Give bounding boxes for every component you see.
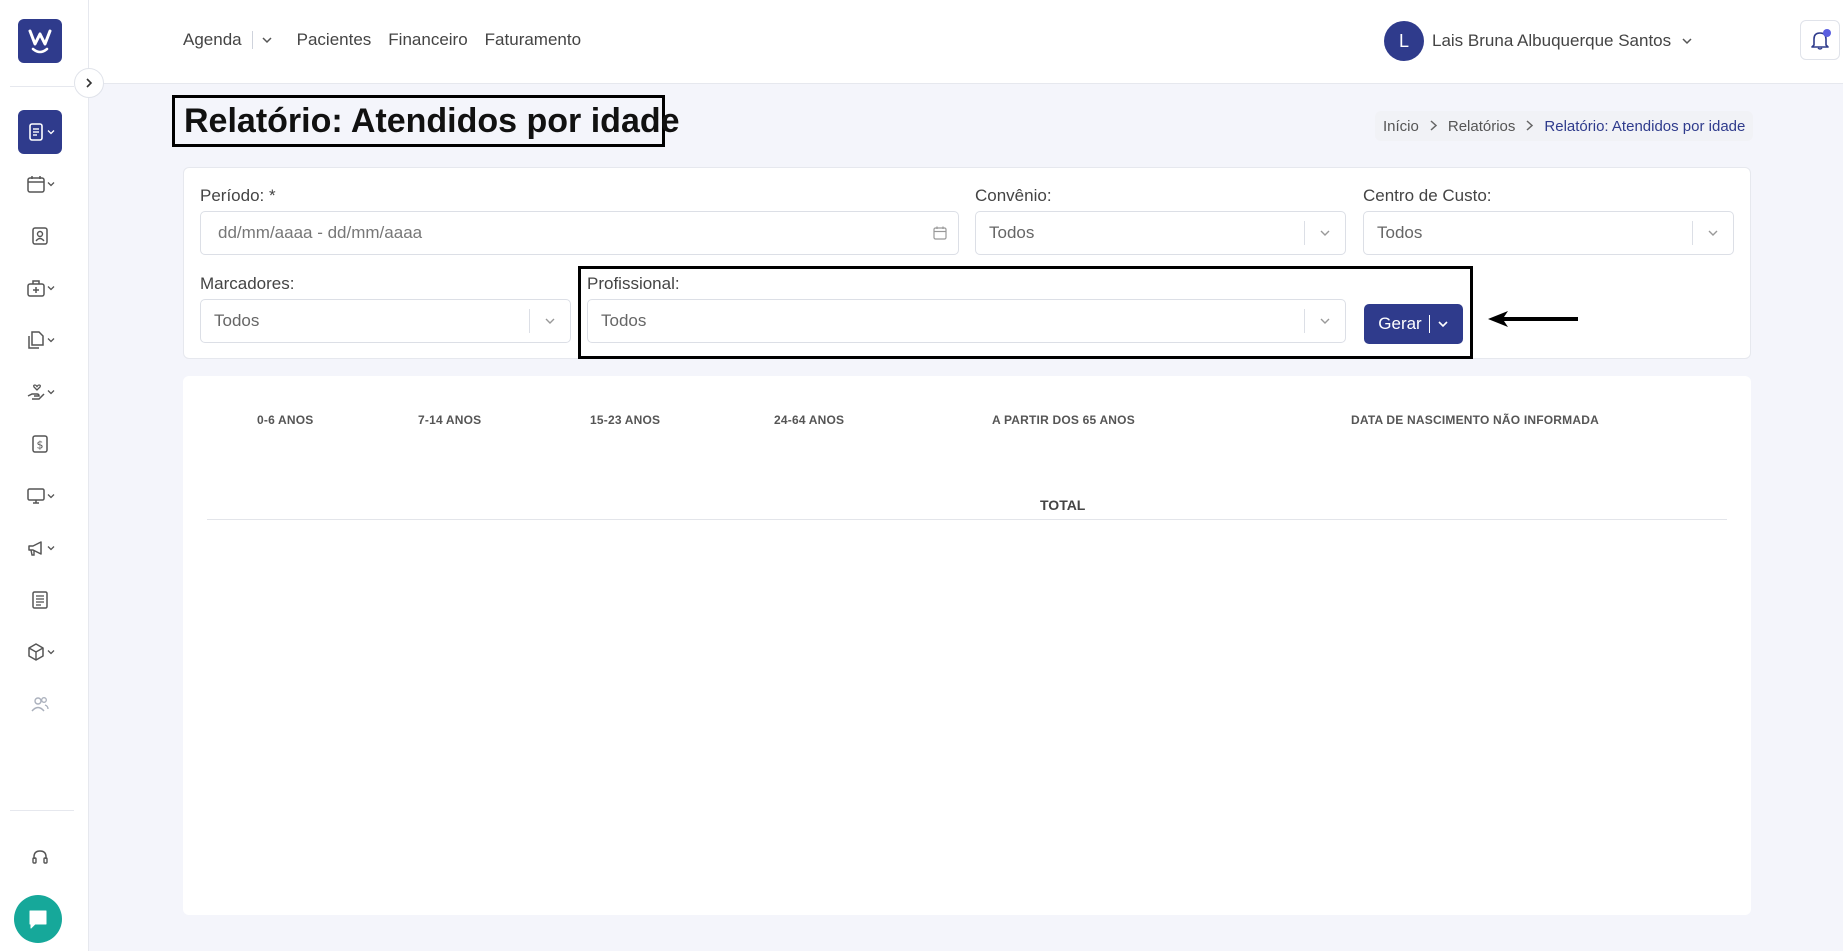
breadcrumb: Início Relatórios Relatório: Atendidos p… <box>1375 111 1754 141</box>
chevron-down-icon <box>47 286 54 291</box>
arrow-left-icon <box>1488 311 1578 327</box>
column-header: DATA DE NASCIMENTO NÃO INFORMADA <box>1351 413 1599 427</box>
chevron-down-icon <box>530 315 570 327</box>
nav-faturamento[interactable]: Faturamento <box>485 30 581 50</box>
profissional-label: Profissional: <box>587 274 680 293</box>
sidebar-item-pacientes[interactable] <box>18 214 62 258</box>
chevron-down-icon <box>1693 227 1733 239</box>
sidebar-item-relatorios[interactable] <box>18 110 62 154</box>
chevron-down-icon <box>47 390 54 395</box>
column-header: 15-23 ANOS <box>590 413 661 427</box>
column-header: 0-6 ANOS <box>257 413 314 427</box>
periodo-input[interactable]: dd/mm/aaaa - dd/mm/aaaa <box>200 211 959 255</box>
sidebar-item-usuarios[interactable] <box>18 682 62 726</box>
sidebar-item-prontuario[interactable] <box>18 578 62 622</box>
app-logo[interactable] <box>18 19 62 63</box>
sidebar-item-documentos[interactable] <box>18 318 62 362</box>
periodo-label: Período: * <box>200 186 276 205</box>
chevron-down-icon <box>47 338 54 343</box>
chevron-down-icon[interactable] <box>261 34 273 46</box>
nav-pacientes[interactable]: Pacientes <box>297 30 372 50</box>
sidebar: $ <box>0 0 89 951</box>
breadcrumb-inicio[interactable]: Início <box>1383 118 1419 135</box>
box-icon <box>27 643 44 661</box>
patient-card-icon <box>32 227 48 245</box>
logo-w-icon <box>28 29 52 54</box>
chevron-down-icon <box>47 182 54 187</box>
gerar-label: Gerar <box>1378 314 1422 333</box>
chevron-down-icon <box>1682 38 1692 45</box>
profissional-value: Todos <box>601 311 647 330</box>
centro-custo-label: Centro de Custo: <box>1363 186 1492 205</box>
sidebar-item-marketing[interactable] <box>18 526 62 570</box>
dollar-icon: $ <box>32 435 48 453</box>
sidebar-divider <box>10 86 74 87</box>
chat-bubble-icon <box>29 910 47 929</box>
marcadores-select[interactable]: Todos <box>200 299 571 343</box>
chevron-down-icon[interactable] <box>1437 318 1449 330</box>
breadcrumb-current: Relatório: Atendidos por idade <box>1544 117 1746 135</box>
sidebar-item-clinica[interactable] <box>18 266 62 310</box>
chevron-right-icon <box>86 78 93 88</box>
top-header: Agenda Pacientes Financeiro Faturamento … <box>89 0 1843 84</box>
total-label: TOTAL <box>1040 497 1086 513</box>
user-menu[interactable]: L Lais Bruna Albuquerque Santos <box>1384 21 1693 61</box>
report-icon <box>28 123 43 141</box>
notifications-button[interactable] <box>1800 20 1840 60</box>
convenio-value: Todos <box>989 223 1035 242</box>
breadcrumb-relatorios[interactable]: Relatórios <box>1448 118 1516 135</box>
button-divider <box>1428 315 1430 333</box>
column-header: 24-64 ANOS <box>774 413 845 427</box>
sidebar-item-agenda[interactable] <box>18 162 62 206</box>
results-table: 0-6 ANOS 7-14 ANOS 15-23 ANOS 24-64 ANOS… <box>183 376 1751 915</box>
centro-custo-select[interactable]: Todos <box>1363 211 1734 255</box>
periodo-placeholder: dd/mm/aaaa - dd/mm/aaaa <box>218 223 423 242</box>
chat-button[interactable] <box>14 895 62 943</box>
sidebar-item-estoque[interactable] <box>18 630 62 674</box>
chevron-down-icon <box>1305 315 1345 327</box>
medical-bag-icon <box>26 280 45 297</box>
calendar-icon <box>26 176 45 193</box>
column-header: A PARTIR DOS 65 ANOS <box>992 413 1135 427</box>
nav-agenda[interactable]: Agenda <box>183 30 242 50</box>
convenio-label: Convênio: <box>975 186 1052 205</box>
megaphone-icon <box>27 541 42 556</box>
newspaper-icon <box>32 591 48 609</box>
profissional-select[interactable]: Todos <box>587 299 1346 343</box>
sidebar-item-atendimento[interactable] <box>18 370 62 414</box>
top-nav: Agenda Pacientes Financeiro Faturamento <box>183 30 581 50</box>
avatar: L <box>1384 21 1424 61</box>
sidebar-divider <box>10 810 74 811</box>
svg-text:$: $ <box>37 439 44 452</box>
nav-financeiro[interactable]: Financeiro <box>388 30 467 50</box>
table-divider <box>207 519 1727 520</box>
sidebar-item-financeiro[interactable]: $ <box>18 422 62 466</box>
sidebar-item-suporte[interactable] <box>18 835 62 879</box>
chevron-down-icon <box>47 130 54 135</box>
gerar-button[interactable]: Gerar <box>1364 304 1463 344</box>
hand-heart-icon <box>27 384 45 400</box>
monitor-icon <box>26 488 45 504</box>
chevron-down-icon <box>1305 227 1345 239</box>
chevron-down-icon <box>47 546 54 551</box>
convenio-select[interactable]: Todos <box>975 211 1346 255</box>
chevron-down-icon <box>47 650 54 655</box>
page-title: Relatório: Atendidos por idade <box>172 95 680 147</box>
calendar-icon <box>933 226 947 240</box>
marcadores-label: Marcadores: <box>200 274 295 293</box>
users-icon <box>31 697 49 712</box>
nav-divider <box>251 31 253 49</box>
headset-icon <box>32 850 48 864</box>
sidebar-toggle-button[interactable] <box>74 68 104 98</box>
notification-dot <box>1823 29 1831 37</box>
chevron-right-icon <box>1525 118 1534 135</box>
column-header: 7-14 ANOS <box>418 413 482 427</box>
user-name: Lais Bruna Albuquerque Santos <box>1432 31 1672 50</box>
chevron-right-icon <box>1429 118 1438 135</box>
sidebar-item-telemedicina[interactable] <box>18 474 62 518</box>
marcadores-value: Todos <box>214 311 260 330</box>
documents-icon <box>27 331 44 349</box>
centro-custo-value: Todos <box>1377 223 1423 242</box>
chevron-down-icon <box>47 494 54 499</box>
